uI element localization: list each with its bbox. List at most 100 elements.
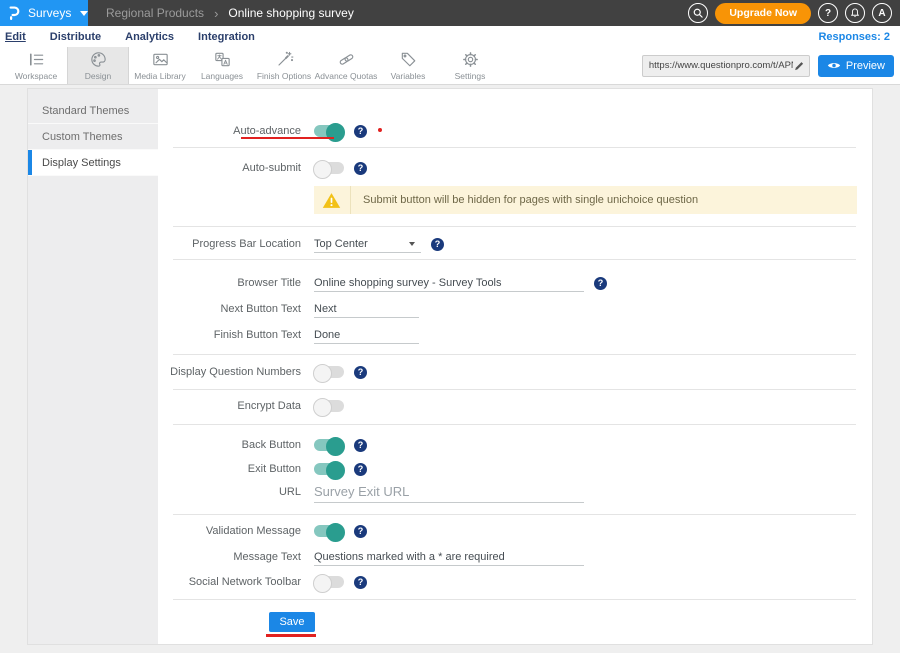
auto-submit-toggle[interactable] (314, 162, 344, 174)
divider (173, 226, 856, 227)
browser-title-row: Browser Title (158, 271, 872, 295)
topbar-actions: Upgrade Now ? A (688, 3, 900, 24)
auto-advance-toggle[interactable] (314, 125, 344, 137)
preview-button[interactable]: Preview (818, 55, 894, 77)
message-text-input[interactable] (314, 548, 584, 566)
notifications-button[interactable] (845, 3, 865, 23)
help-icon[interactable] (354, 525, 367, 538)
edit-url-pencil-icon[interactable] (793, 60, 805, 72)
tab-integration[interactable]: Integration (198, 31, 255, 43)
back-button-row: Back Button (158, 433, 872, 457)
progress-bar-location-label: Progress Bar Location (158, 238, 301, 250)
search-button[interactable] (688, 3, 708, 23)
annotation-underline-save (266, 634, 316, 637)
upgrade-now-button[interactable]: Upgrade Now (715, 3, 811, 24)
save-button[interactable]: Save (269, 612, 315, 632)
message-text-row: Message Text (158, 545, 872, 569)
auto-advance-label: Auto-advance (158, 125, 301, 137)
toolbar-item-label: Languages (201, 71, 243, 81)
help-icon[interactable] (354, 162, 367, 175)
help-icon[interactable] (354, 576, 367, 589)
product-switcher[interactable]: Surveys (0, 0, 88, 26)
divider (173, 354, 856, 355)
auto-submit-label: Auto-submit (158, 162, 301, 174)
eye-icon (827, 61, 841, 70)
divider (173, 389, 856, 390)
divider (173, 599, 856, 600)
toolbar-item-label: Finish Options (257, 71, 311, 81)
sidebar-item-label: Display Settings (42, 157, 121, 169)
social-network-toolbar-toggle[interactable] (314, 576, 344, 588)
browser-title-input[interactable] (314, 274, 584, 292)
help-icon[interactable] (354, 366, 367, 379)
sidebar-item-custom-themes[interactable]: Custom Themes (28, 124, 158, 150)
encrypt-data-toggle[interactable] (314, 400, 344, 412)
tab-distribute[interactable]: Distribute (50, 31, 101, 43)
toolbar-item-advance-quotas[interactable]: Advance Quotas (315, 47, 377, 84)
back-button-toggle[interactable] (314, 439, 344, 451)
finish-button-text-input[interactable] (314, 326, 419, 344)
sidebar-item-display-settings[interactable]: Display Settings (28, 150, 158, 176)
breadcrumb-separator-icon: › (214, 6, 218, 21)
help-icon[interactable] (594, 277, 607, 290)
display-settings-form: Auto-advance Auto-submit Submit button w… (158, 89, 872, 644)
annotation-red-dot (378, 128, 382, 132)
next-button-text-input[interactable] (314, 300, 419, 318)
help-button[interactable]: ? (818, 3, 838, 23)
tab-edit[interactable]: Edit (5, 31, 26, 43)
toolbar-item-settings[interactable]: Settings (439, 47, 501, 84)
breadcrumb: Regional Products › Online shopping surv… (106, 6, 354, 21)
divider (173, 514, 856, 515)
finish-button-text-row: Finish Button Text (158, 323, 872, 347)
warning-triangle-icon (314, 192, 350, 209)
display-question-numbers-label: Display Question Numbers (158, 366, 301, 378)
tab-analytics[interactable]: Analytics (125, 31, 174, 43)
toolbar-item-finish-options[interactable]: Finish Options (253, 47, 315, 84)
validation-message-label: Validation Message (158, 525, 301, 537)
survey-url-box (642, 55, 810, 77)
survey-nav: Edit Distribute Analytics Integration Re… (0, 26, 900, 47)
progress-bar-location-select[interactable]: Top Center (314, 235, 421, 253)
display-question-numbers-toggle[interactable] (314, 366, 344, 378)
toolbar-item-workspace[interactable]: Workspace (5, 47, 67, 84)
search-icon (692, 7, 704, 19)
exit-url-input[interactable] (314, 482, 584, 503)
chevron-down-icon (409, 242, 415, 246)
help-icon[interactable] (354, 439, 367, 452)
toolbar-right: Preview (642, 47, 900, 84)
toolbar-item-variables[interactable]: Variables (377, 47, 439, 84)
divider (173, 424, 856, 425)
exit-url-row: URL (158, 480, 872, 504)
progress-bar-location-value: Top Center (314, 238, 368, 250)
toolbar-item-label: Advance Quotas (315, 71, 378, 81)
top-bar: Surveys Regional Products › Online shopp… (0, 0, 900, 26)
warning-message: Submit button will be hidden for pages w… (351, 194, 698, 206)
help-icon[interactable] (431, 238, 444, 251)
questionpro-logo-icon (8, 5, 21, 21)
toolbar-item-design[interactable]: Design (67, 47, 129, 84)
chevron-down-icon (80, 11, 88, 16)
breadcrumb-parent[interactable]: Regional Products (106, 6, 204, 20)
toolbar-item-media-library[interactable]: Media Library (129, 47, 191, 84)
avatar[interactable]: A (872, 3, 892, 23)
divider (173, 259, 856, 260)
submit-hidden-warning: Submit button will be hidden for pages w… (314, 186, 857, 214)
social-network-toolbar-label: Social Network Toolbar (158, 576, 301, 588)
next-button-text-label: Next Button Text (158, 303, 301, 315)
toolbar-item-languages[interactable]: Languages (191, 47, 253, 84)
media-library-icon (151, 50, 170, 69)
design-palette-icon (89, 50, 108, 69)
exit-button-row: Exit Button (158, 457, 872, 481)
sidebar-item-standard-themes[interactable]: Standard Themes (28, 98, 158, 124)
exit-button-toggle[interactable] (314, 463, 344, 475)
variables-tag-icon (399, 50, 418, 69)
languages-icon (213, 50, 232, 69)
validation-message-toggle[interactable] (314, 525, 344, 537)
survey-url-input[interactable] (649, 60, 793, 71)
social-network-toolbar-row: Social Network Toolbar (158, 570, 872, 594)
toolbar-item-label: Variables (391, 71, 426, 81)
help-icon[interactable] (354, 463, 367, 476)
advance-quotas-chain-icon (337, 50, 356, 69)
responses-count[interactable]: Responses: 2 (818, 31, 890, 43)
help-icon[interactable] (354, 125, 367, 138)
